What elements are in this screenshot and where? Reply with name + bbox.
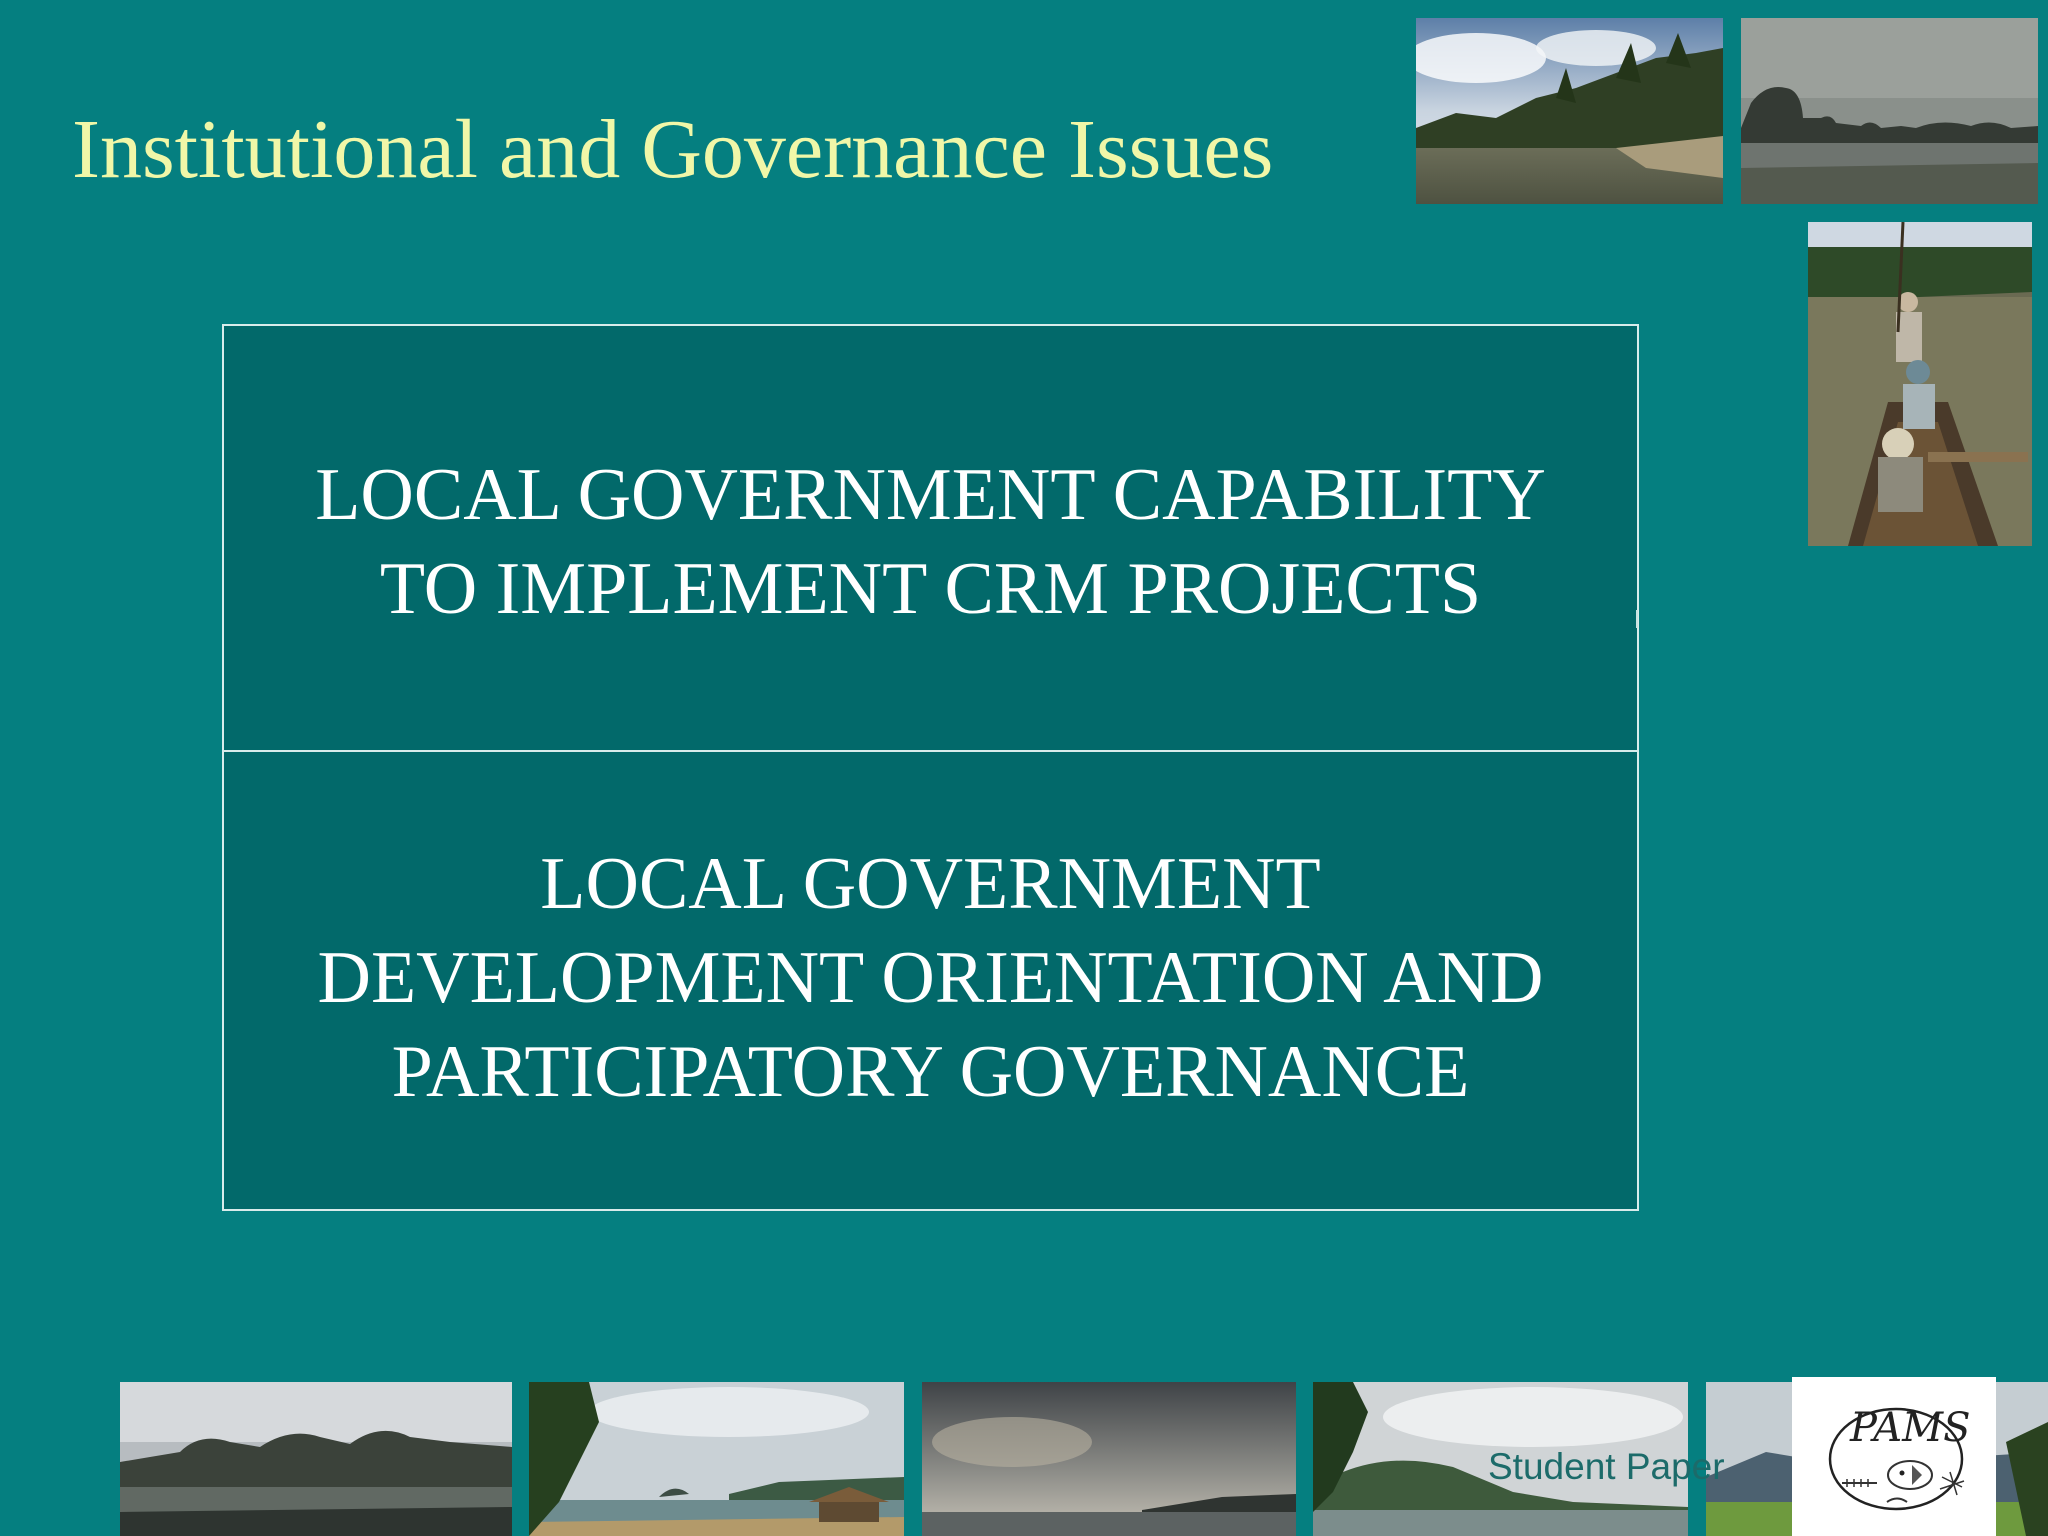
svg-text:PAMS: PAMS <box>1849 1405 1971 1451</box>
slide-canvas: Institutional and Governance Issues PAMS… <box>0 0 2048 1536</box>
issue-row-governance: LOCAL GOVERNMENT DEVELOPMENT ORIENTATION… <box>224 752 1637 1209</box>
cloudy-sea-photo <box>922 1382 1296 1536</box>
boat-people-photo <box>1808 222 2032 546</box>
slide-title: Institutional and Governance Issues <box>72 103 1274 196</box>
issue-row-governance-line-2: DEVELOPMENT ORIENTATION AND <box>317 936 1544 1019</box>
issue-row-capability-line-1: LOCAL GOVERNMENT CAPABILITY <box>315 454 1546 536</box>
issue-row-governance-line-1: LOCAL GOVERNMENT <box>540 842 1321 925</box>
student-paper-label: Student Paper <box>1488 1446 1725 1487</box>
river-bank-photo <box>1416 18 1723 204</box>
rocky-islands-photo <box>1741 18 2038 204</box>
pams-logo: PAMS <box>1792 1377 1996 1536</box>
table-edge-mark <box>1636 610 1642 628</box>
coastal-hills-photo <box>120 1382 512 1536</box>
issue-row-governance-line-3: PARTICIPATORY GOVERNANCE <box>391 1030 1470 1113</box>
issue-row-capability-line-2: TO IMPLEMENT CRM PROJECTS <box>379 548 1482 630</box>
beach-hut-photo <box>529 1382 904 1536</box>
issues-table: LOCAL GOVERNMENT CAPABILITY TO IMPLEMENT… <box>222 324 1639 1211</box>
issue-row-capability: LOCAL GOVERNMENT CAPABILITY TO IMPLEMENT… <box>224 326 1637 752</box>
